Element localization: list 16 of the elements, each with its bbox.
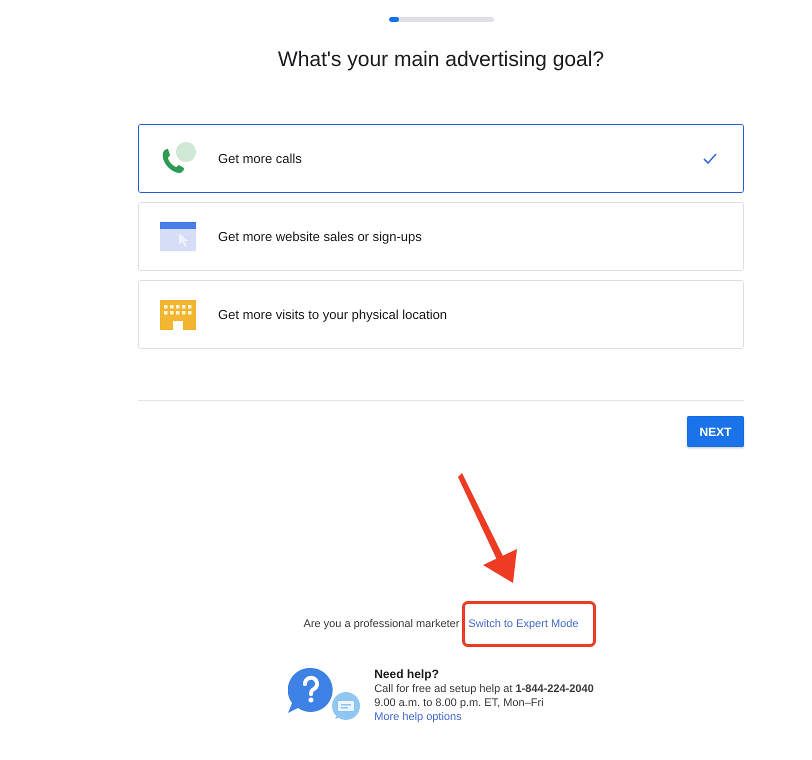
next-button[interactable]: NEXT: [687, 416, 744, 447]
browser-window-icon: [160, 222, 196, 251]
expert-mode-prompt: Are you a professional marketer: [304, 617, 460, 631]
phone-icon: [160, 142, 196, 176]
goal-option[interactable]: Get more website sales or sign-ups: [138, 202, 744, 271]
help-hours-text: 9.00 a.m. to 8.00 p.m. ET, Mon–Fri: [374, 696, 545, 710]
help-chat-icon: [288, 667, 362, 723]
help-options-link[interactable]: More help options: [374, 710, 594, 724]
building-icon: [160, 300, 196, 330]
help-heading: Need help?: [374, 667, 440, 682]
expert-mode-link[interactable]: Switch to Expert Mode: [468, 618, 578, 630]
goal-option[interactable]: Get more calls: [138, 124, 744, 193]
goal-option[interactable]: Get more visits to your physical location: [138, 280, 744, 349]
check-icon: [703, 153, 717, 164]
page-title: What's your main advertising goal?: [278, 47, 604, 73]
help-phone-text: Call for free ad setup help at 1-844-224-2040: [374, 682, 594, 696]
